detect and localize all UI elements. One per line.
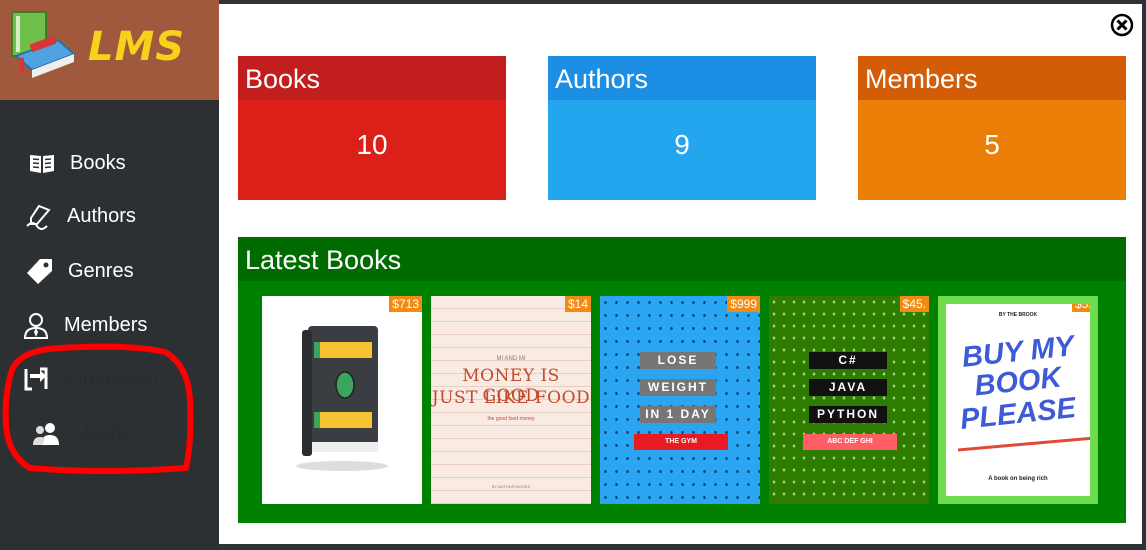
sidebar-item-books[interactable]: Books — [0, 143, 219, 183]
book-cover-image — [296, 326, 388, 471]
sidebar-item-members[interactable]: Members — [0, 305, 219, 345]
cover-line: WEIGHT — [640, 379, 716, 396]
price-badge: $45. — [899, 296, 929, 312]
price-badge: $55 — [1071, 304, 1090, 312]
cover-tagline: A book on being rich — [988, 476, 1048, 482]
cover-line: PYTHON — [809, 406, 887, 423]
price-badge: $713 — [389, 296, 422, 312]
price-badge: $14 — [564, 296, 591, 312]
latest-books-panel: Latest Books $713 MI AND MI MONEY IS GOO… — [238, 237, 1126, 523]
sidebar-item-label: Authors — [67, 205, 136, 227]
cover-tag: ABC DEF GHI — [803, 434, 897, 450]
sidebar: LMS Books Authors Genres Members Circula… — [0, 0, 219, 550]
pen-signature-icon — [26, 204, 51, 230]
red-annotation-circle — [2, 343, 194, 474]
sidebar-item-label: Genres — [68, 260, 134, 282]
dashboard-panel: Books 10 Authors 9 Members 5 Latest Book… — [219, 4, 1142, 544]
books-stat-card[interactable]: Books 10 — [238, 56, 506, 200]
stat-title: Authors — [548, 56, 816, 100]
sidebar-item-authors[interactable]: Authors — [0, 196, 219, 236]
cover-author: BY AUTHOR BOOKS — [491, 484, 531, 489]
cover-line: LOSE — [640, 352, 716, 369]
authors-stat-card[interactable]: Authors 9 — [548, 56, 816, 200]
book-card[interactable]: C# JAVA PYTHON ABC DEF GHI $45. — [769, 296, 929, 504]
cover-title: JUST LIKE FOOD — [431, 388, 591, 408]
stat-value: 9 — [548, 100, 816, 200]
book-card[interactable]: LOSE WEIGHT IN 1 DAY THE GYM $999 — [600, 296, 760, 504]
close-icon[interactable] — [1110, 13, 1134, 37]
cover-line: JAVA — [809, 379, 887, 396]
sidebar-item-label: Books — [70, 152, 126, 174]
sidebar-item-label: Members — [64, 314, 148, 336]
price-badge: $999 — [727, 296, 760, 312]
tag-icon — [27, 259, 52, 284]
book-card[interactable]: $713 — [262, 296, 422, 504]
app-logo-text: LMS — [88, 24, 186, 70]
stat-value: 10 — [238, 100, 506, 200]
sidebar-item-genres[interactable]: Genres — [0, 251, 219, 291]
books-logo-icon — [11, 11, 76, 78]
stat-title: Members — [858, 56, 1126, 100]
cover-line: IN 1 DAY — [640, 406, 716, 423]
user-tie-icon — [23, 313, 49, 339]
latest-books-title: Latest Books — [238, 237, 1126, 281]
cover-byline: BY THE BROOK — [998, 312, 1038, 318]
book-card[interactable]: BY THE BROOK BUY MY BOOK PLEASE A book o… — [938, 296, 1098, 504]
cover-small-text: MI AND MI — [496, 356, 526, 362]
stat-value: 5 — [858, 100, 1126, 200]
cover-underline — [957, 436, 1090, 452]
book-card[interactable]: MI AND MI MONEY IS GOOD JUST LIKE FOOD t… — [431, 296, 591, 504]
cover-subtitle: the good food money — [487, 416, 535, 422]
cover-tag: THE GYM — [634, 434, 728, 450]
stat-title: Books — [238, 56, 506, 100]
cover-line: C# — [809, 352, 887, 369]
members-stat-card[interactable]: Members 5 — [858, 56, 1126, 200]
book-open-icon — [30, 155, 54, 173]
logo-area[interactable]: LMS — [0, 0, 219, 100]
